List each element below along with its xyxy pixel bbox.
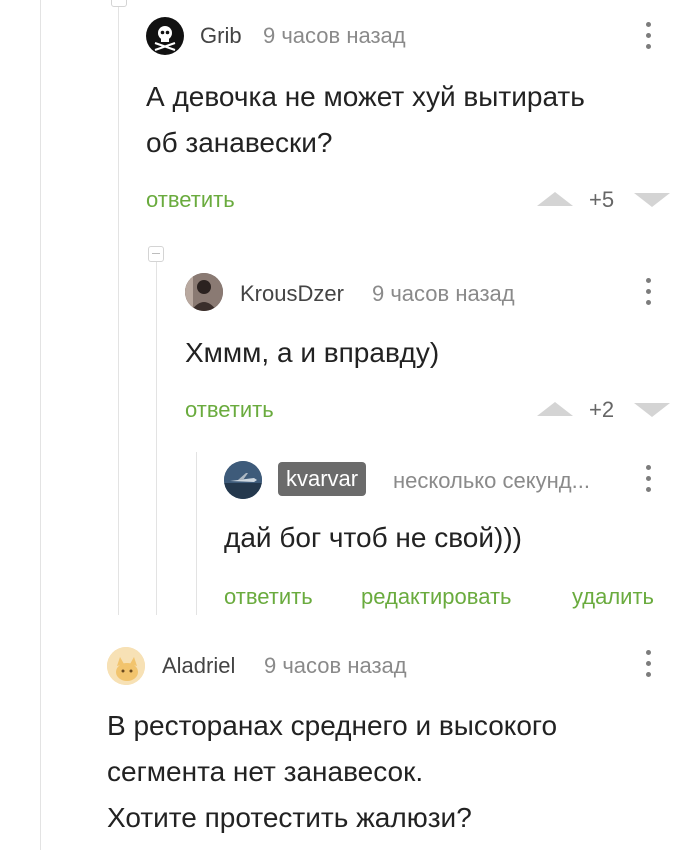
comment-text: А девочка не может хуй вытирать bbox=[146, 81, 585, 112]
comment-text: об занавески? bbox=[146, 127, 333, 158]
reply-button[interactable]: ответить bbox=[146, 187, 235, 213]
more-options-icon[interactable] bbox=[644, 22, 652, 56]
comment-text: Хммм, а и вправду) bbox=[185, 337, 440, 368]
upvote-icon[interactable] bbox=[537, 402, 573, 416]
skull-icon bbox=[154, 26, 176, 51]
avatar[interactable] bbox=[146, 17, 184, 55]
thread-line bbox=[196, 452, 197, 615]
comment-text: В ресторанах среднего и высокого bbox=[107, 710, 558, 741]
reply-button[interactable]: ответить bbox=[185, 397, 274, 423]
comment-rating: +5 bbox=[589, 187, 615, 212]
comment-time: 9 часов назад bbox=[263, 23, 406, 48]
more-options-icon[interactable] bbox=[644, 278, 652, 312]
avatar[interactable] bbox=[185, 273, 223, 311]
edit-button[interactable]: редактировать bbox=[361, 584, 512, 610]
thread-line bbox=[156, 262, 157, 615]
downvote-icon[interactable] bbox=[634, 403, 670, 417]
comment-rating: +2 bbox=[589, 397, 615, 422]
more-options-icon[interactable] bbox=[644, 465, 652, 499]
thread-line bbox=[118, 0, 119, 615]
comment-username[interactable]: Aladriel bbox=[162, 653, 235, 679]
comment-time: 9 часов назад bbox=[372, 281, 515, 306]
comment-username[interactable]: KrousDzer bbox=[240, 281, 344, 307]
delete-button[interactable]: удалить bbox=[572, 584, 654, 610]
collapse-toggle[interactable] bbox=[111, 0, 127, 7]
thread-line bbox=[40, 0, 41, 850]
comment-time: несколько секунд... bbox=[393, 468, 590, 493]
collapse-toggle[interactable] bbox=[148, 246, 164, 262]
more-options-icon[interactable] bbox=[644, 650, 652, 684]
avatar[interactable] bbox=[224, 461, 262, 499]
cat-icon bbox=[107, 647, 145, 685]
comment-time: 9 часов назад bbox=[264, 653, 407, 678]
comment-text: Хотите протестить жалюзи? bbox=[107, 802, 472, 833]
user-photo-icon bbox=[185, 273, 223, 311]
current-user-badge[interactable]: kvarvar bbox=[278, 462, 367, 496]
comment-text: дай бог чтоб не свой))) bbox=[224, 522, 522, 553]
upvote-icon[interactable] bbox=[537, 192, 573, 206]
downvote-icon[interactable] bbox=[634, 193, 670, 207]
avatar[interactable] bbox=[107, 647, 145, 685]
comment-text: сегмента нет занавесок. bbox=[107, 756, 424, 787]
comment-username[interactable]: Grib bbox=[200, 23, 242, 49]
reply-button[interactable]: ответить bbox=[224, 584, 313, 610]
aircraft-icon bbox=[224, 461, 262, 499]
